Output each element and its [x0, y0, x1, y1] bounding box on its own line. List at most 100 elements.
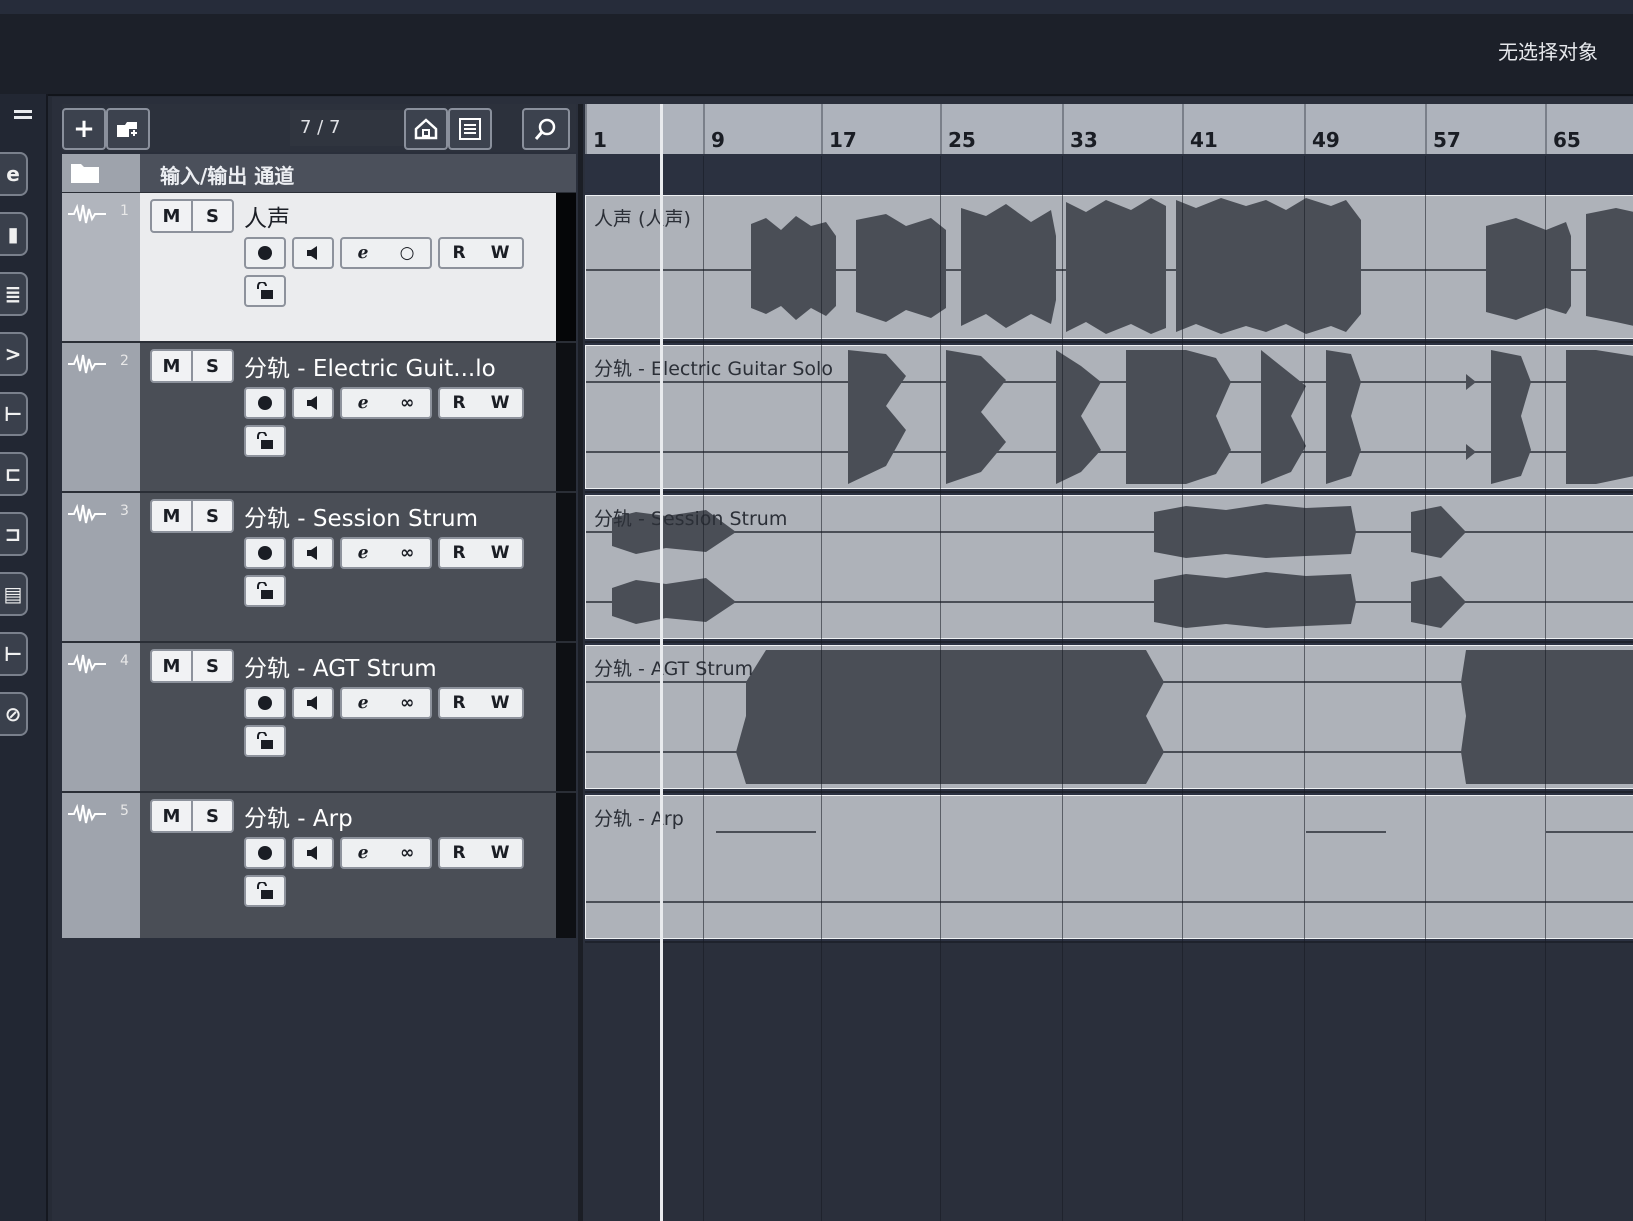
- audio-event[interactable]: 分轨 - Electric Guitar Solo: [585, 345, 1633, 489]
- mute-button[interactable]: M: [152, 501, 191, 531]
- mute-button[interactable]: M: [152, 801, 191, 831]
- search-button[interactable]: [522, 108, 570, 150]
- project-cursor[interactable]: [660, 104, 663, 1221]
- event-lane-4: 分轨 - AGT Strum: [585, 643, 1633, 793]
- tool-button-1[interactable]: e: [0, 152, 28, 196]
- record-enable-button[interactable]: [244, 537, 286, 569]
- lock-button[interactable]: [244, 875, 286, 907]
- mute-solo-group: M S: [150, 649, 234, 683]
- track-name[interactable]: 分轨 - Electric Guit...lo: [244, 349, 496, 383]
- read-write-group: RW: [438, 837, 524, 869]
- edit-channel-button[interactable]: ℯ ○: [340, 237, 432, 269]
- mute-button[interactable]: M: [152, 651, 191, 681]
- read-automation-button[interactable]: R: [453, 843, 466, 863]
- tool-button-10[interactable]: ⊘: [0, 692, 28, 736]
- lock-button[interactable]: [244, 725, 286, 757]
- track-name[interactable]: 分轨 - AGT Strum: [244, 649, 437, 683]
- track-name[interactable]: 人声: [244, 199, 290, 233]
- tool-button-2[interactable]: ▮: [0, 212, 28, 256]
- edit-channel-button[interactable]: ℯ ∞: [340, 837, 432, 869]
- event-lane-2: 分轨 - Electric Guitar Solo: [585, 343, 1633, 493]
- selection-status: 无选择对象: [1498, 40, 1598, 64]
- record-icon: [258, 396, 272, 410]
- ruler-bar-49: 49: [1312, 128, 1340, 152]
- audio-event[interactable]: 分轨 - Arp: [585, 795, 1633, 939]
- folder-add-button[interactable]: [106, 108, 150, 150]
- track-controls: ℯ ∞ RW: [244, 837, 524, 869]
- edit-channel-button[interactable]: ℯ ∞: [340, 687, 432, 719]
- track-name[interactable]: 分轨 - Session Strum: [244, 499, 478, 533]
- lock-button[interactable]: [244, 275, 286, 307]
- mute-button[interactable]: M: [152, 351, 191, 381]
- tool-button-6[interactable]: ⊏: [0, 452, 28, 496]
- record-enable-button[interactable]: [244, 387, 286, 419]
- monitor-button[interactable]: [292, 687, 334, 719]
- track-header-4[interactable]: 4 M S 分轨 - AGT Strum ℯ ∞ RW: [62, 643, 576, 793]
- event-label: 分轨 - Arp: [594, 808, 684, 830]
- read-automation-button[interactable]: R: [453, 393, 466, 413]
- home-button[interactable]: [404, 108, 448, 150]
- monitor-button[interactable]: [292, 387, 334, 419]
- ruler-tick: [1304, 104, 1306, 156]
- link-icon: ∞: [400, 543, 415, 563]
- lock-button[interactable]: [244, 425, 286, 457]
- mute-button[interactable]: M: [152, 201, 191, 231]
- solo-button[interactable]: S: [191, 651, 232, 681]
- tool-button-7[interactable]: ⊐: [0, 512, 28, 556]
- track-number: 2: [120, 353, 129, 369]
- monitor-button[interactable]: [292, 837, 334, 869]
- add-track-button[interactable]: +: [62, 108, 106, 150]
- edit-channel-button[interactable]: ℯ ∞: [340, 387, 432, 419]
- menu-icon[interactable]: [14, 110, 32, 113]
- audio-event[interactable]: 分轨 - AGT Strum: [585, 645, 1633, 789]
- solo-button[interactable]: S: [191, 351, 232, 381]
- track-header-3[interactable]: 3 M S 分轨 - Session Strum ℯ ∞ RW: [62, 493, 576, 643]
- edit-channel-button[interactable]: ℯ ∞: [340, 537, 432, 569]
- track-name[interactable]: 分轨 - Arp: [244, 799, 353, 833]
- track-number: 5: [120, 803, 129, 819]
- write-automation-button[interactable]: W: [491, 243, 510, 263]
- track-header-1[interactable]: 1 M S 人声 ℯ ○ RW: [62, 193, 576, 343]
- edit-icon: ℯ: [357, 243, 369, 263]
- record-enable-button[interactable]: [244, 837, 286, 869]
- list-button[interactable]: [448, 108, 492, 150]
- io-channel-track[interactable]: 输入/输出 通道: [62, 154, 576, 193]
- io-folder: [62, 154, 140, 192]
- audio-event[interactable]: 人声 (人声): [585, 195, 1633, 339]
- write-automation-button[interactable]: W: [491, 543, 510, 563]
- track-header-2[interactable]: 2 M S 分轨 - Electric Guit...lo ℯ ∞ R W: [62, 343, 576, 493]
- event-lane-1: 人声 (人声): [585, 193, 1633, 343]
- tracklist-divider[interactable]: [578, 104, 583, 1221]
- monitor-button[interactable]: [292, 537, 334, 569]
- monitor-button[interactable]: [292, 237, 334, 269]
- record-enable-button[interactable]: [244, 687, 286, 719]
- ruler-tick: [821, 104, 823, 156]
- tool-button-3[interactable]: ≣: [0, 272, 28, 316]
- tool-button-4[interactable]: >: [0, 332, 28, 376]
- read-automation-button[interactable]: R: [453, 243, 466, 263]
- tool-button-8[interactable]: ▤: [0, 572, 28, 616]
- waveform: [586, 831, 1633, 903]
- grid-line: [1062, 156, 1063, 1221]
- mute-solo-group: M S: [150, 499, 234, 533]
- write-automation-button[interactable]: W: [491, 693, 510, 713]
- record-enable-button[interactable]: [244, 237, 286, 269]
- search-icon: [534, 118, 556, 140]
- audio-event[interactable]: 分轨 - Session Strum: [585, 495, 1633, 639]
- mute-solo-group: M S: [150, 349, 234, 383]
- read-automation-button[interactable]: R: [453, 693, 466, 713]
- write-automation-button[interactable]: W: [491, 843, 510, 863]
- solo-button[interactable]: S: [191, 801, 232, 831]
- tool-button-5[interactable]: ⊢: [0, 392, 28, 436]
- tool-button-9[interactable]: ⊢: [0, 632, 28, 676]
- link-icon: ∞: [400, 693, 415, 713]
- track-header-5[interactable]: 5 M S 分轨 - Arp ℯ ∞ RW: [62, 793, 576, 943]
- event-label: 人声 (人声): [594, 208, 691, 230]
- read-automation-button[interactable]: R: [453, 543, 466, 563]
- timeline-ruler[interactable]: 1 9 17 25 33 41 49 57 65: [585, 104, 1633, 156]
- solo-button[interactable]: S: [191, 501, 232, 531]
- lock-button[interactable]: [244, 575, 286, 607]
- solo-button[interactable]: S: [191, 201, 232, 231]
- link-icon: ∞: [400, 843, 415, 863]
- write-automation-button[interactable]: W: [491, 393, 510, 413]
